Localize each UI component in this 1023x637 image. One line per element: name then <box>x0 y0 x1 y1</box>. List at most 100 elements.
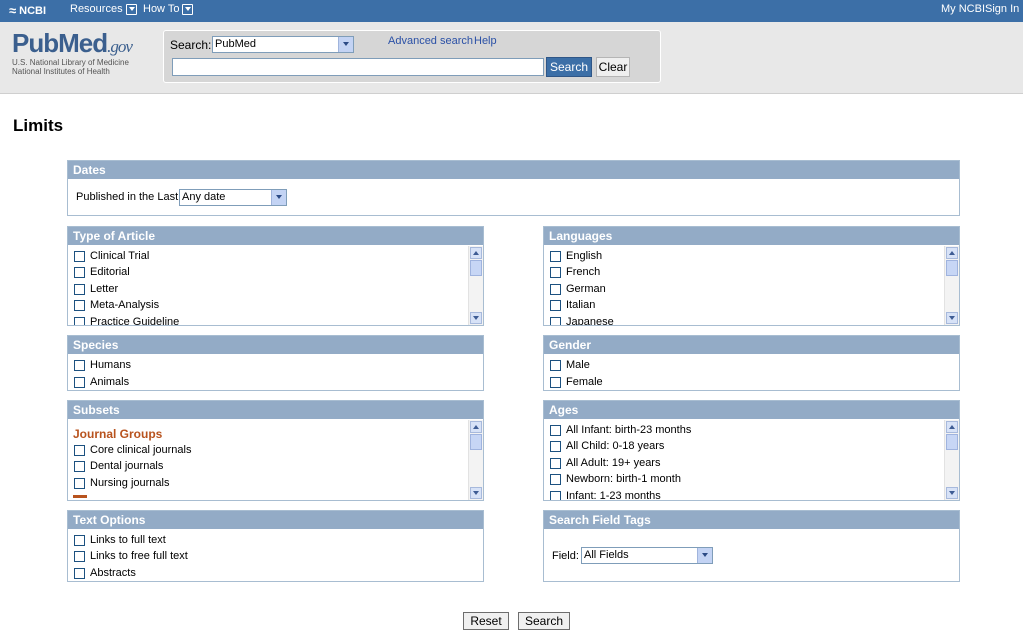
text-options-heading: Text Options <box>68 511 483 529</box>
checkbox[interactable] <box>74 316 85 325</box>
help-link[interactable]: Help <box>474 35 497 47</box>
list-item[interactable]: Nursing journals <box>74 477 169 489</box>
checkbox[interactable] <box>74 460 85 472</box>
search-term-input[interactable] <box>172 58 544 76</box>
list-item[interactable]: Newborn: birth-1 month <box>550 473 681 485</box>
checkbox[interactable] <box>74 250 85 262</box>
list-item[interactable]: Links to free full text <box>74 550 188 562</box>
pubmed-header: PubMed.gov U.S. National Library of Medi… <box>0 22 1023 94</box>
checkbox[interactable] <box>74 534 85 546</box>
sign-in-link[interactable]: Sign In <box>985 3 1019 15</box>
checkbox[interactable] <box>550 490 561 500</box>
scroll-down-icon[interactable] <box>470 487 482 499</box>
checkbox[interactable] <box>550 266 561 278</box>
languages-box: Languages English French German Italian … <box>543 226 960 326</box>
checkbox[interactable] <box>550 250 561 262</box>
advanced-search-link[interactable]: Advanced search <box>388 35 473 47</box>
checkbox[interactable] <box>550 299 561 311</box>
checkbox[interactable] <box>550 376 561 388</box>
list-item[interactable]: English <box>550 250 602 262</box>
checkbox[interactable] <box>74 376 85 388</box>
ages-box: Ages All Infant: birth-23 months All Chi… <box>543 400 960 501</box>
checkbox[interactable] <box>74 444 85 456</box>
list-item[interactable]: German <box>550 283 606 295</box>
scrollbar[interactable] <box>468 246 483 325</box>
scroll-thumb[interactable] <box>470 434 482 450</box>
scroll-up-icon[interactable] <box>946 421 958 433</box>
list-item[interactable]: Italian <box>550 299 595 311</box>
list-item[interactable]: Japanese <box>550 316 614 325</box>
chevron-down-icon <box>182 3 194 15</box>
checkbox[interactable] <box>74 266 85 278</box>
search-field-tags-heading: Search Field Tags <box>544 511 959 529</box>
limits-search-button[interactable]: Search <box>518 612 570 630</box>
text-options-box: Text Options Links to full text Links to… <box>67 510 484 582</box>
ages-heading: Ages <box>544 401 959 419</box>
list-item[interactable]: Abstracts <box>74 567 136 579</box>
list-item[interactable]: All Infant: birth-23 months <box>550 424 691 436</box>
database-select[interactable]: PubMed <box>212 36 354 53</box>
checkbox[interactable] <box>550 359 561 371</box>
checkbox[interactable] <box>550 316 561 325</box>
checkbox[interactable] <box>550 440 561 452</box>
list-item[interactable]: Core clinical journals <box>74 444 192 456</box>
ncbi-logo[interactable]: ≈ NCBI <box>9 3 46 18</box>
scroll-down-icon[interactable] <box>946 312 958 324</box>
list-item[interactable]: Female <box>550 376 603 388</box>
clear-button[interactable]: Clear <box>596 57 630 77</box>
scrollbar[interactable] <box>944 420 959 500</box>
my-ncbi-link[interactable]: My NCBI <box>941 3 985 15</box>
checkbox[interactable] <box>74 477 85 489</box>
next-group-heading-fragment <box>73 495 87 498</box>
list-item[interactable]: Clinical Trial <box>74 250 149 262</box>
list-item[interactable]: Meta-Analysis <box>74 299 159 311</box>
list-item[interactable]: Male <box>550 359 590 371</box>
list-item[interactable]: Editorial <box>74 266 130 278</box>
field-select[interactable]: All Fields <box>581 547 713 564</box>
list-item[interactable]: Letter <box>74 283 118 295</box>
scroll-thumb[interactable] <box>470 260 482 276</box>
dna-icon: ≈ <box>9 3 17 18</box>
checkbox[interactable] <box>550 473 561 485</box>
checkbox[interactable] <box>74 359 85 371</box>
list-item[interactable]: French <box>550 266 600 278</box>
checkbox[interactable] <box>550 457 561 469</box>
field-label: Field: <box>552 550 579 562</box>
list-item[interactable]: All Child: 0-18 years <box>550 440 664 452</box>
list-item[interactable]: Practice Guideline <box>74 316 179 325</box>
scroll-up-icon[interactable] <box>470 421 482 433</box>
languages-heading: Languages <box>544 227 959 245</box>
chevron-down-icon <box>125 3 137 15</box>
resources-menu[interactable]: Resources <box>70 3 137 15</box>
scroll-down-icon[interactable] <box>470 312 482 324</box>
list-item[interactable]: All Adult: 19+ years <box>550 457 660 469</box>
page-title: Limits <box>13 116 64 135</box>
chevron-down-icon <box>271 190 286 205</box>
scroll-down-icon[interactable] <box>946 487 958 499</box>
list-item[interactable]: Links to full text <box>74 534 166 546</box>
checkbox[interactable] <box>550 283 561 295</box>
checkbox[interactable] <box>550 424 561 436</box>
checkbox[interactable] <box>74 550 85 562</box>
reset-button[interactable]: Reset <box>463 612 509 630</box>
list-item[interactable]: Humans <box>74 359 131 371</box>
scrollbar[interactable] <box>944 246 959 325</box>
search-button[interactable]: Search <box>546 57 592 77</box>
checkbox[interactable] <box>74 299 85 311</box>
species-heading: Species <box>68 336 483 354</box>
list-item[interactable]: Animals <box>74 376 129 388</box>
scrollbar[interactable] <box>468 420 483 500</box>
scroll-up-icon[interactable] <box>946 247 958 259</box>
list-item[interactable]: Dental journals <box>74 460 163 472</box>
scroll-thumb[interactable] <box>946 260 958 276</box>
type-of-article-box: Type of Article Clinical Trial Editorial… <box>67 226 484 326</box>
checkbox[interactable] <box>74 567 85 579</box>
howto-menu[interactable]: How To <box>143 3 194 15</box>
scroll-thumb[interactable] <box>946 434 958 450</box>
subsets-heading: Subsets <box>68 401 483 419</box>
pubmed-logo[interactable]: PubMed.gov U.S. National Library of Medi… <box>12 28 133 77</box>
published-date-select[interactable]: Any date <box>179 189 287 206</box>
checkbox[interactable] <box>74 283 85 295</box>
scroll-up-icon[interactable] <box>470 247 482 259</box>
list-item[interactable]: Infant: 1-23 months <box>550 490 661 500</box>
